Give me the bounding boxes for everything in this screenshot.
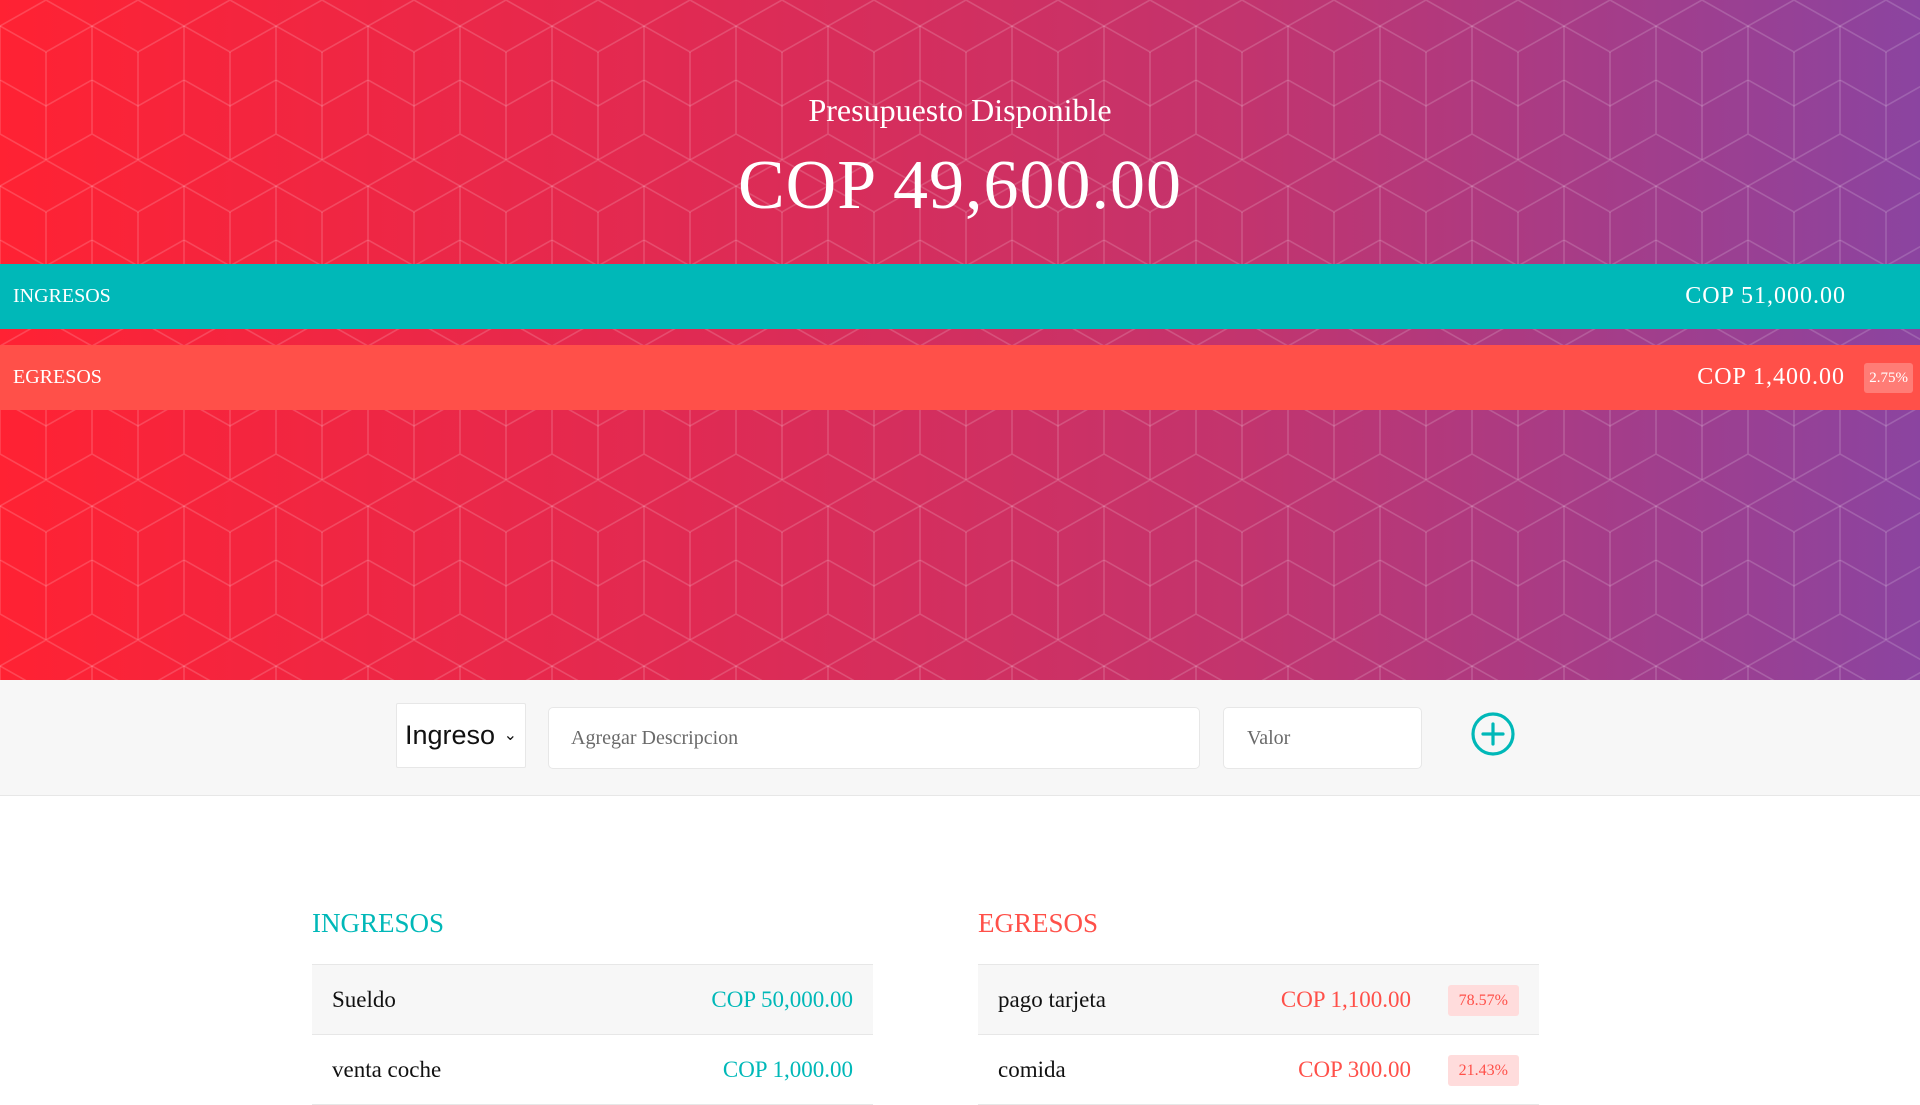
type-select-value: Ingreso <box>405 720 496 750</box>
description-input[interactable] <box>548 707 1200 769</box>
budget-title: Presupuesto Disponible <box>808 92 1112 128</box>
expense-percentage-badge: 2.75% <box>1864 363 1913 393</box>
income-description: venta coche <box>332 1057 442 1082</box>
expense-summary-label: EGRESOS <box>13 366 102 388</box>
value-input[interactable] <box>1223 707 1422 769</box>
expense-description: comida <box>998 1057 1066 1082</box>
expense-percentage: 78.57% <box>1447 985 1519 1016</box>
income-list-title: INGRESOS <box>312 905 873 965</box>
chevron-down-icon: ⌄ <box>503 727 517 744</box>
expense-summary-value: COP 1,400.00 <box>1697 364 1845 390</box>
add-button[interactable] <box>1470 711 1516 757</box>
expense-list-title: EGRESOS <box>978 905 1539 965</box>
expense-row: pago tarjeta COP 1,100.00 78.57% <box>978 965 1539 1035</box>
add-entry-form: Ingreso ⌄ <box>0 680 1920 796</box>
expense-percentage: 21.43% <box>1447 1055 1519 1086</box>
income-row: Sueldo COP 50,000.00 <box>312 965 873 1035</box>
income-row: venta coche COP 1,000.00 <box>312 1035 873 1105</box>
income-summary-bar: INGRESOS COP 51,000.00 <box>0 264 1920 329</box>
expense-description: pago tarjeta <box>998 987 1106 1012</box>
available-budget-value: COP 49,600.00 <box>737 147 1183 224</box>
type-select[interactable]: Ingreso ⌄ <box>396 703 526 768</box>
plus-circle-icon <box>1471 712 1515 756</box>
budget-header: Presupuesto Disponible COP 49,600.00 ING… <box>0 0 1920 680</box>
expense-value: COP 300.00 <box>1298 1057 1411 1082</box>
income-list: INGRESOS Sueldo COP 50,000.00 venta coch… <box>312 905 873 1105</box>
income-value: COP 50,000.00 <box>711 987 853 1012</box>
income-summary-value: COP 51,000.00 <box>1685 283 1846 309</box>
expense-row: comida COP 300.00 21.43% <box>978 1035 1539 1105</box>
expense-summary-bar: EGRESOS COP 1,400.00 2.75% <box>0 345 1920 410</box>
income-value: COP 1,000.00 <box>722 1057 853 1082</box>
income-description: Sueldo <box>332 987 396 1012</box>
expense-list: EGRESOS pago tarjeta COP 1,100.00 78.57%… <box>978 905 1539 1105</box>
expense-value: COP 1,100.00 <box>1280 987 1411 1012</box>
income-summary-label: INGRESOS <box>13 285 111 307</box>
